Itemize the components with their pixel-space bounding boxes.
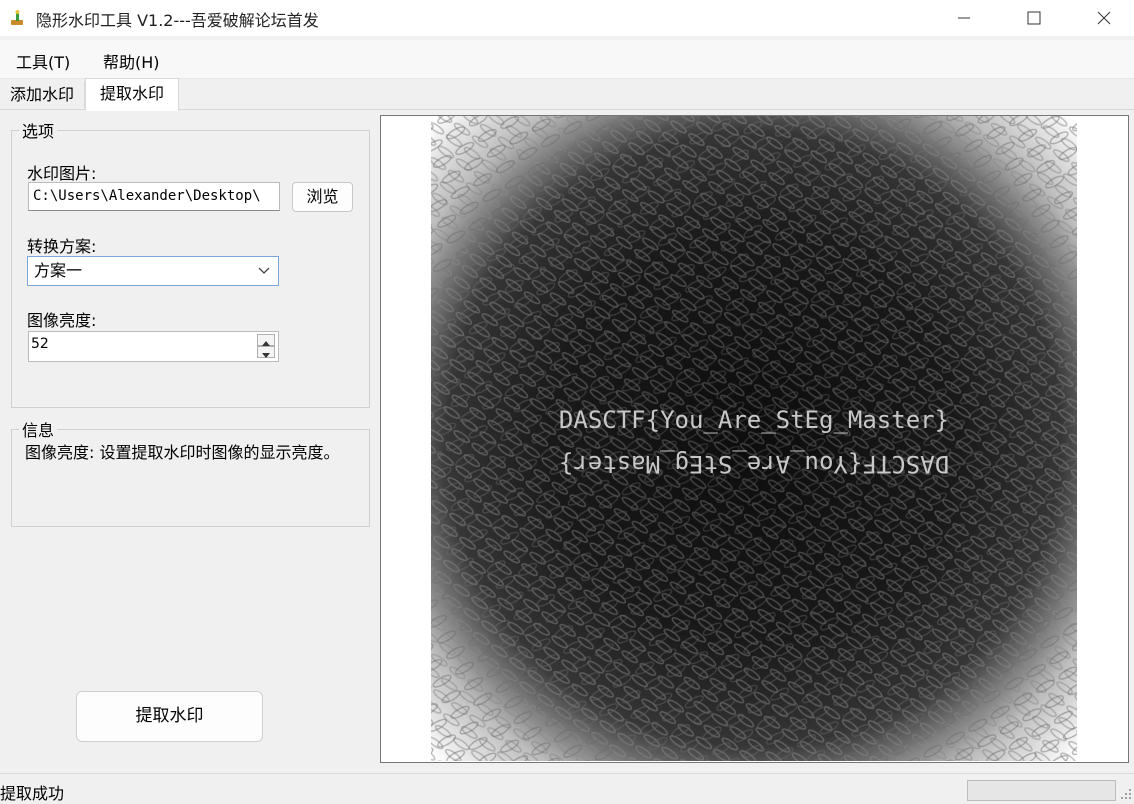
preview-watermark-mirror-text: DASCTF{You_Are_StEg_Master} <box>559 450 949 478</box>
close-icon <box>1097 11 1111 25</box>
info-text: 图像亮度: 设置提取水印时图像的显示亮度。 <box>25 443 340 462</box>
tab-strip: 添加水印 提取水印 <box>0 78 1134 111</box>
menu-tools[interactable]: 工具(T) <box>16 49 70 73</box>
progress-bar <box>967 780 1116 801</box>
browse-button[interactable]: 浏览 <box>292 182 353 212</box>
chevron-down-icon <box>258 267 270 274</box>
menu-help[interactable]: 帮助(H) <box>103 49 160 73</box>
minimize-button[interactable] <box>941 0 987 36</box>
extract-watermark-button[interactable]: 提取水印 <box>76 691 263 742</box>
brightness-label: 图像亮度: <box>27 311 97 330</box>
scheme-select[interactable]: 方案一 <box>27 256 279 286</box>
status-text: 提取成功 <box>0 784 65 803</box>
brightness-value[interactable]: 52 <box>31 336 49 352</box>
scheme-label: 转换方案: <box>27 237 97 256</box>
watermark-image-label: 水印图片: <box>27 164 97 183</box>
watermark-path-field[interactable]: C:\Users\Alexander\Desktop\ <box>28 182 280 211</box>
info-group-title: 信息 <box>19 417 58 441</box>
scheme-select-value: 方案一 <box>34 261 83 280</box>
maximize-icon <box>1027 11 1041 25</box>
resize-grip-icon[interactable] <box>1120 788 1132 800</box>
window-title: 隐形水印工具 V1.2---吾爱破解论坛首发 <box>36 11 319 30</box>
spin-down-icon <box>262 353 270 358</box>
preview-watermark-text: DASCTF{You_Are_StEg_Master} <box>559 406 949 434</box>
title-bar: 隐形水印工具 V1.2---吾爱破解论坛首发 <box>0 0 1134 36</box>
status-bar: 提取成功 <box>0 773 1134 804</box>
minimize-icon <box>958 17 970 19</box>
options-group-title: 选项 <box>19 118 58 142</box>
close-button[interactable] <box>1081 0 1127 36</box>
menu-bar: 工具(T) 帮助(H) <box>0 40 1134 79</box>
brightness-spinbox[interactable]: 52 <box>28 331 279 362</box>
spin-down-button[interactable] <box>257 346 275 358</box>
spin-up-button[interactable] <box>257 334 275 346</box>
tab-extract-watermark[interactable]: 提取水印 <box>85 78 179 111</box>
app-brush-icon <box>11 10 23 25</box>
tab-add-watermark[interactable]: 添加水印 <box>0 81 85 108</box>
preview-image: DASCTF{You_Are_StEg_Master} DASCTF{You_A… <box>431 116 1077 761</box>
maximize-button[interactable] <box>1011 0 1057 36</box>
